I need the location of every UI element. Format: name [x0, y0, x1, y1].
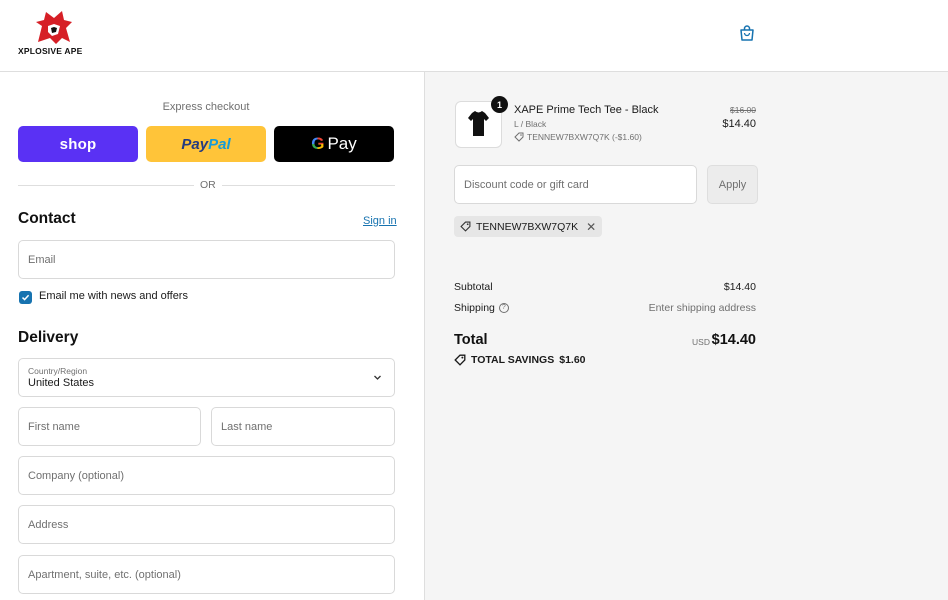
brand-name: XPLOSIVE APE [18, 46, 83, 56]
paypal-logo: PayPal [181, 136, 230, 153]
product-title: XAPE Prime Tech Tee - Black [514, 104, 659, 116]
discount-field[interactable] [454, 165, 697, 204]
company-input[interactable] [28, 469, 385, 482]
google-pay-label: Pay [327, 134, 357, 153]
apply-button[interactable]: Apply [707, 165, 758, 204]
total-value: $14.40 [711, 332, 756, 348]
savings-label: TOTAL SAVINGS [471, 354, 555, 366]
email-input[interactable] [28, 253, 385, 266]
last-name-input[interactable] [221, 420, 385, 433]
total-currency: USD [692, 337, 710, 347]
tag-icon [514, 132, 524, 142]
item-price: $14.40 [722, 118, 756, 130]
subtotal-value: $14.40 [723, 281, 756, 293]
discount-input[interactable] [464, 178, 687, 191]
last-name-field[interactable] [211, 407, 395, 446]
company-field[interactable] [18, 456, 395, 495]
quantity-badge: 1 [491, 96, 508, 113]
shipping-row: Shipping? [454, 302, 509, 314]
original-price: $16.00 [730, 105, 756, 115]
shopping-bag-icon[interactable] [738, 24, 756, 42]
google-pay-button[interactable]: G Pay [274, 126, 394, 162]
email-field[interactable] [18, 240, 395, 279]
delivery-heading: Delivery [18, 329, 79, 346]
subtotal-label: Subtotal [454, 281, 493, 293]
tag-icon [460, 221, 471, 232]
google-g-icon: G [311, 134, 325, 153]
shop-pay-button[interactable]: shop [18, 126, 138, 162]
or-label: OR [194, 179, 222, 191]
apartment-field[interactable] [18, 555, 395, 594]
chevron-down-icon [374, 375, 381, 380]
help-icon[interactable]: ? [498, 303, 509, 314]
product-variant: L / Black [514, 119, 547, 129]
country-select[interactable]: Country/Region United States [18, 358, 395, 397]
tag-icon [454, 354, 466, 366]
product-discount-line: TENNEW7BXW7Q7K (-$1.60) [514, 132, 642, 142]
paypal-logo-part-a: Pay [181, 135, 209, 153]
site-header: XPLOSIVE APE [0, 0, 948, 72]
checkmark-icon [21, 294, 30, 301]
first-name-field[interactable] [18, 407, 201, 446]
apartment-input[interactable] [28, 568, 385, 581]
applied-discount-chip: TENNEW7BXW7Q7K ✕ [454, 216, 603, 237]
newsletter-label: Email me with news and offers [39, 290, 188, 302]
address-input[interactable] [28, 518, 385, 531]
order-summary: 1 XAPE Prime Tech Tee - Black L / Black … [424, 72, 948, 600]
ape-logo-icon [36, 11, 72, 44]
checkout-form: Express checkout shop PayPal G Pay OR Co… [0, 72, 424, 600]
paypal-logo-part-b: Pal [208, 135, 231, 153]
address-field[interactable] [18, 505, 395, 544]
newsletter-checkbox[interactable] [19, 291, 32, 304]
savings-value: $1.60 [559, 354, 586, 366]
sign-in-link[interactable]: Sign in [363, 215, 397, 227]
brand-logo[interactable]: XPLOSIVE APE [18, 8, 93, 58]
shipping-label: Shipping [454, 302, 495, 314]
total-label: Total [454, 332, 488, 348]
product-discount-text: TENNEW7BXW7Q7K (-$1.60) [527, 132, 642, 142]
applied-discount-code: TENNEW7BXW7Q7K [476, 220, 579, 233]
contact-heading: Contact [18, 210, 76, 227]
remove-discount-icon[interactable]: ✕ [586, 220, 596, 234]
shipping-value: Enter shipping address [648, 302, 756, 314]
country-value: United States [28, 377, 95, 389]
express-checkout-title: Express checkout [162, 101, 250, 113]
shop-pay-label: shop [59, 135, 97, 153]
paypal-button[interactable]: PayPal [146, 126, 266, 162]
total-savings: TOTAL SAVINGS $1.60 [454, 354, 586, 366]
first-name-input[interactable] [28, 420, 191, 433]
country-label: Country/Region [28, 366, 88, 376]
